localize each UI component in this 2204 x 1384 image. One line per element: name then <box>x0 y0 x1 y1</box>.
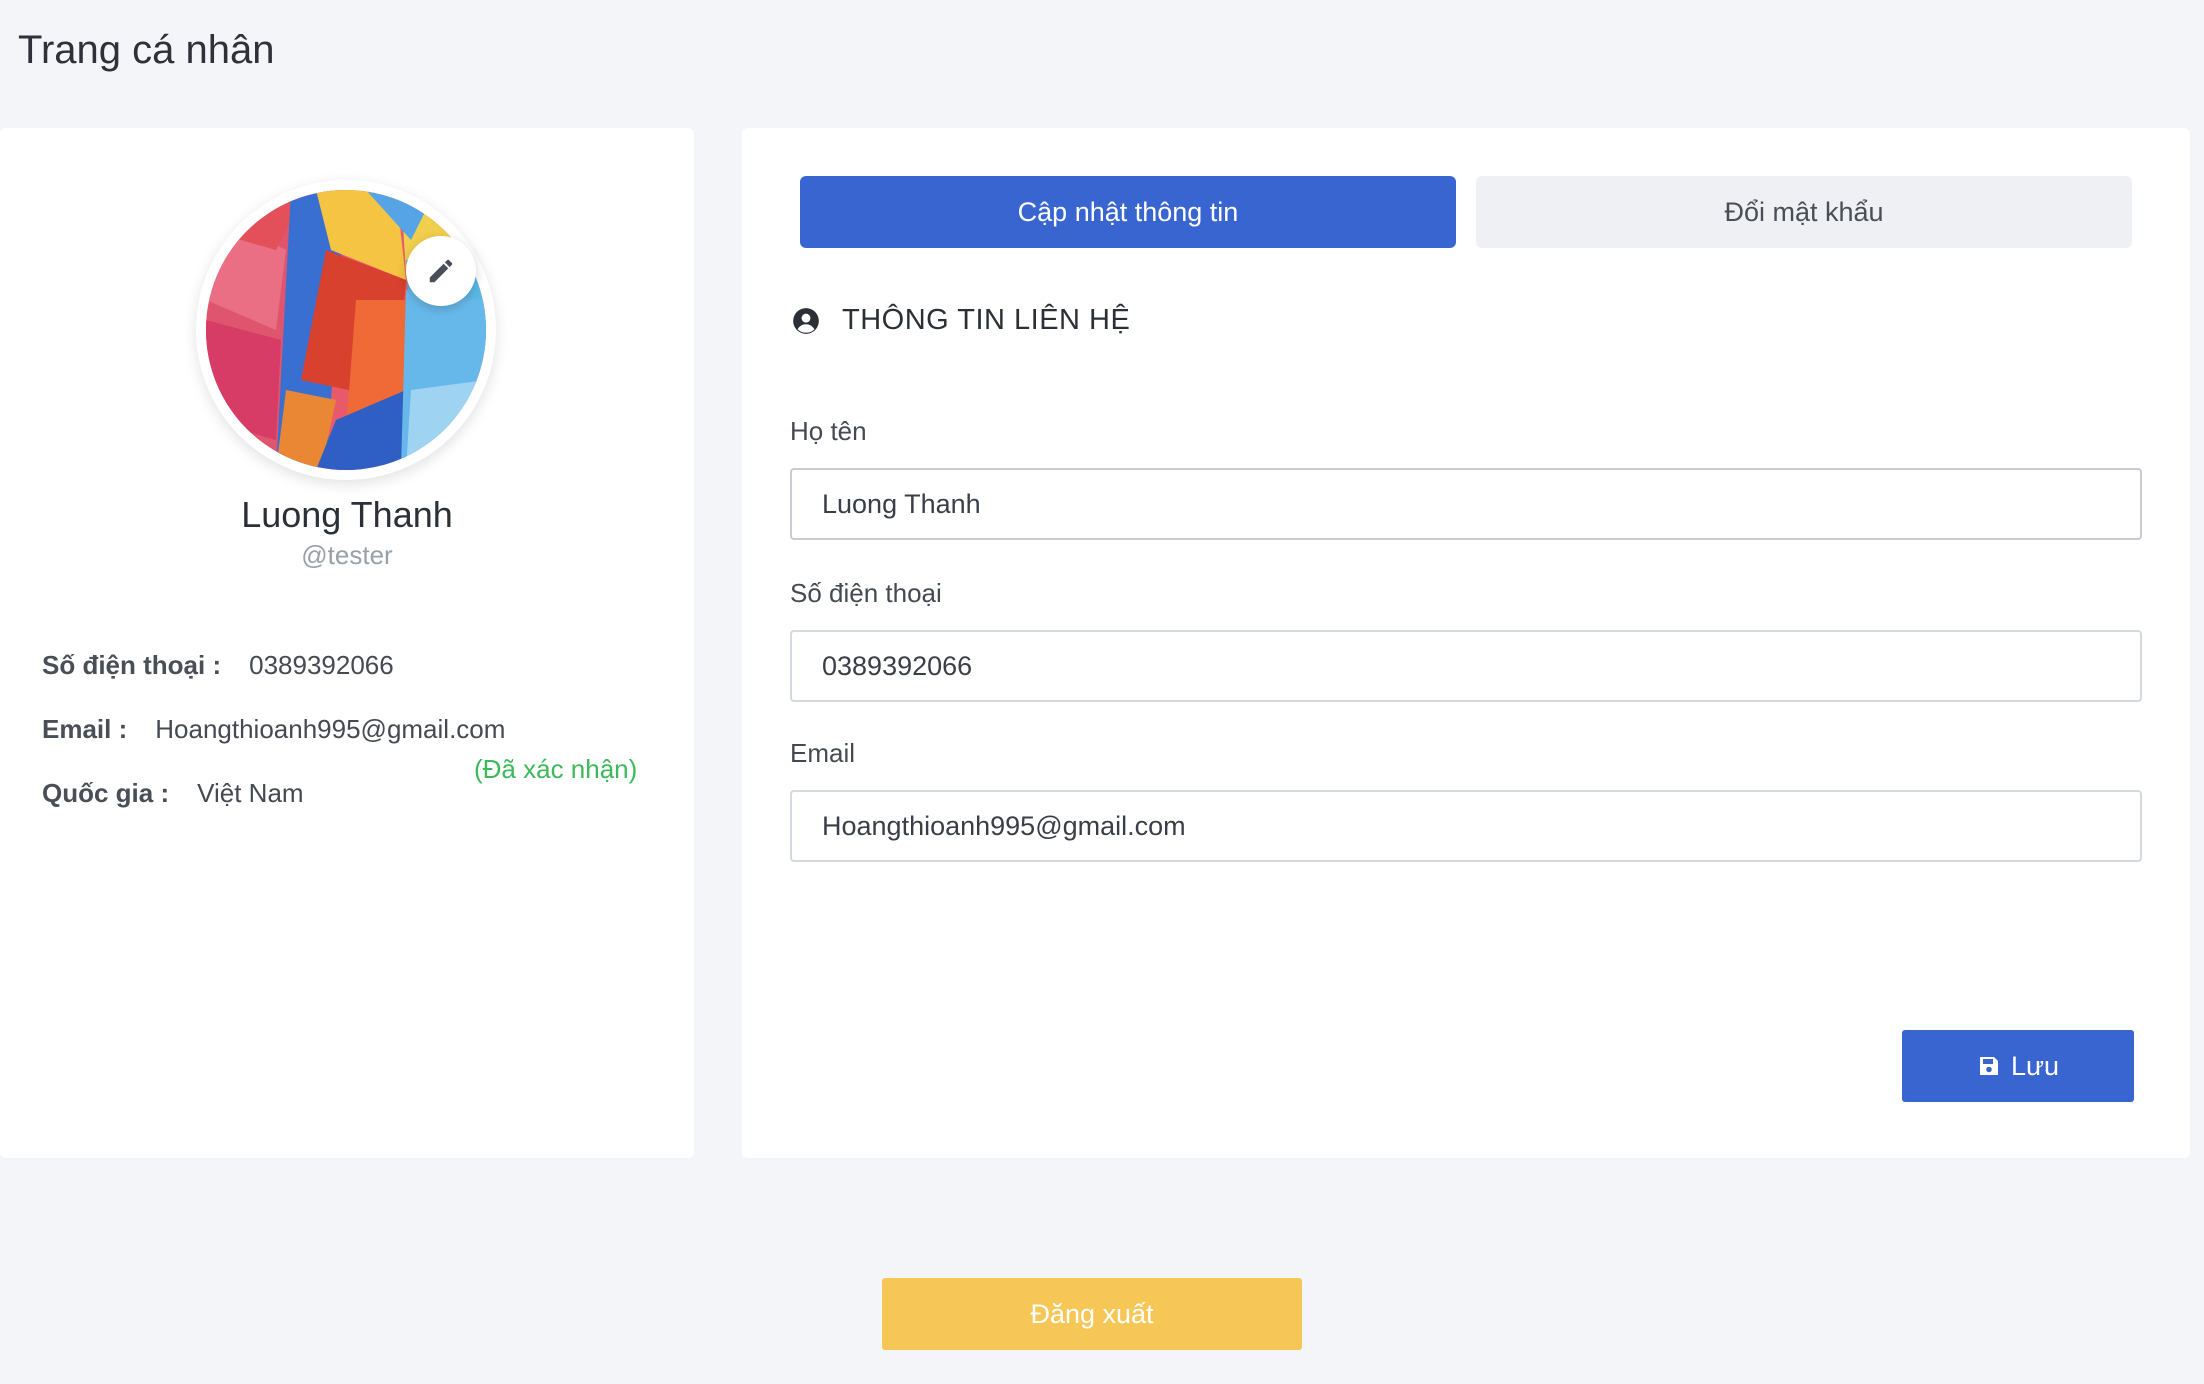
pencil-icon <box>429 259 453 283</box>
info-country-label: Quốc gia : <box>42 778 170 808</box>
phone-input[interactable] <box>790 630 2142 702</box>
info-phone-value: 0389392066 <box>249 650 394 680</box>
info-phone-row: Số điện thoại : 0389392066 <box>42 650 394 681</box>
profile-username: @tester <box>301 540 393 570</box>
info-email-value: Hoangthioanh995@gmail.com <box>155 714 506 744</box>
tab-change-password[interactable]: Đổi mật khẩu <box>1476 176 2132 248</box>
section-title: THÔNG TIN LIÊN HỆ <box>842 304 1131 336</box>
email-input[interactable] <box>790 790 2142 862</box>
logout-button[interactable]: Đăng xuất <box>882 1278 1302 1350</box>
save-button[interactable]: Lưu <box>1902 1030 2134 1102</box>
phone-field-label: Số điện thoại <box>790 578 942 608</box>
avatar-container <box>196 180 496 480</box>
info-country-row: Quốc gia : Việt Nam <box>42 778 304 809</box>
save-button-label: Lưu <box>2010 1050 2060 1081</box>
abstract-avatar-image <box>206 190 486 470</box>
page-title: Trang cá nhân <box>18 28 275 72</box>
section-header: THÔNG TIN LIÊN HỆ <box>792 304 1130 337</box>
floppy-disk-icon <box>1979 1057 1998 1075</box>
email-field-label: Email <box>790 738 856 768</box>
info-phone-label: Số điện thoại : <box>42 650 222 680</box>
user-circle-icon <box>793 307 819 334</box>
name-input[interactable] <box>790 468 2142 540</box>
info-email-row: Email : Hoangthioanh995@gmail.com <box>42 714 505 745</box>
info-email-label: Email : <box>42 714 128 744</box>
edit-profile-card: Cập nhật thông tin Đổi mật khẩu THÔNG TI… <box>742 128 2190 1158</box>
info-country-value: Việt Nam <box>197 778 304 808</box>
profile-name: Luong Thanh <box>241 494 453 535</box>
tab-update-info[interactable]: Cập nhật thông tin <box>800 176 1456 248</box>
profile-card: Luong Thanh @tester Số điện thoại : 03893… <box>0 128 694 1158</box>
edit-avatar-button[interactable] <box>406 236 476 306</box>
avatar[interactable] <box>196 180 496 480</box>
name-field-label: Họ tên <box>790 416 867 446</box>
email-verified-badge: (Đã xác nhận) <box>474 754 638 784</box>
